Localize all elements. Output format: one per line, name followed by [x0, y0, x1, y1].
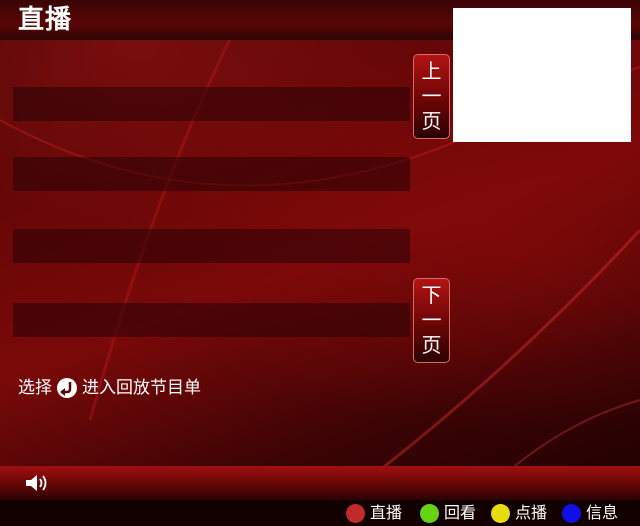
- next-page-button[interactable]: 下一页: [413, 278, 450, 363]
- replay-hint: 选择 进入回放节目单: [18, 376, 201, 400]
- speaker-icon[interactable]: [24, 472, 50, 494]
- program-row-3[interactable]: [13, 229, 410, 263]
- red-dot-icon: [346, 503, 365, 523]
- legend-info-label: 信息: [586, 503, 619, 522]
- legend-live[interactable]: 直播: [346, 503, 402, 523]
- page-title: 直播: [18, 5, 73, 35]
- legend-replay-label: 回看: [444, 503, 477, 522]
- blue-dot-icon: [562, 503, 581, 523]
- green-dot-icon: [420, 503, 439, 523]
- program-row-1[interactable]: [13, 87, 410, 121]
- yellow-dot-icon: [491, 503, 510, 523]
- legend-live-label: 直播: [370, 503, 403, 522]
- legend-info[interactable]: 信息: [562, 503, 618, 523]
- next-page-label: 下一页: [421, 283, 442, 357]
- program-row-4[interactable]: [13, 303, 410, 337]
- legend-vod[interactable]: 点播: [491, 503, 547, 523]
- prev-page-label: 上一页: [421, 59, 442, 133]
- legend-vod-label: 点播: [515, 503, 548, 522]
- return-arrow-icon: [57, 378, 77, 398]
- hint-prefix: 选择: [18, 378, 52, 398]
- video-preview: [453, 8, 631, 142]
- legend-replay[interactable]: 回看: [420, 503, 476, 523]
- bottom-bar: [0, 466, 640, 500]
- prev-page-button[interactable]: 上一页: [413, 54, 450, 139]
- program-row-2[interactable]: [13, 157, 410, 191]
- hint-suffix: 进入回放节目单: [82, 378, 201, 398]
